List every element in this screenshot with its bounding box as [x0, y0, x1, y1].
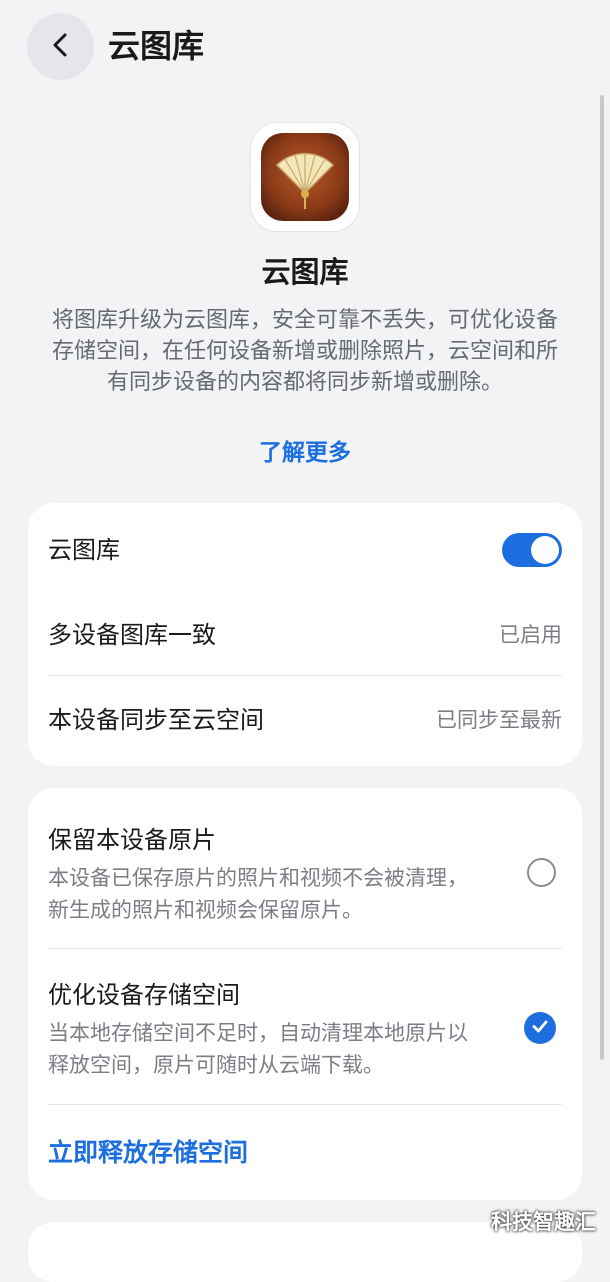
divider: [48, 948, 562, 949]
free-storage-button[interactable]: 立即释放存储空间: [48, 1135, 248, 1171]
fan-app-icon: [251, 123, 359, 231]
multi-device-label: 多设备图库一致: [48, 621, 216, 649]
device-sync-row[interactable]: 本设备同步至云空间 已同步至最新: [48, 703, 562, 737]
divider: [48, 675, 562, 676]
sync-settings-card: 云图库 多设备图库一致 已启用 本设备同步至云空间 已同步至最新: [28, 503, 582, 766]
app-name: 云图库: [261, 255, 349, 289]
keep-originals-title[interactable]: 保留本设备原片: [48, 823, 216, 857]
header-bar: 云图库: [0, 0, 610, 96]
description-text: 将图库升级为云图库，安全可靠不丢失，可优化设备存储空间，在任何设备新增或删除照片…: [51, 308, 558, 395]
divider: [48, 1104, 562, 1105]
watermark-text: 科技智趣汇: [491, 1210, 596, 1234]
cloud-gallery-label: 云图库: [48, 536, 120, 564]
cloud-gallery-row[interactable]: 云图库: [48, 533, 562, 567]
checkmark-icon: [530, 1016, 550, 1040]
storage-options-card: 保留本设备原片 本设备已保存原片的照片和视频不会被清理，新生成的照片和视频会保留…: [28, 788, 582, 1200]
keep-originals-radio[interactable]: [527, 858, 556, 887]
device-sync-status: 已同步至最新: [436, 708, 562, 732]
toggle-knob: [531, 536, 559, 564]
multi-device-status: 已启用: [499, 623, 562, 647]
keep-originals-subtitle: 本设备已保存原片的照片和视频不会被清理，新生成的照片和视频会保留原片。: [48, 866, 468, 922]
optimize-storage-radio[interactable]: [524, 1012, 556, 1044]
multi-device-row[interactable]: 多设备图库一致 已启用: [48, 618, 562, 652]
back-button[interactable]: [27, 13, 94, 80]
optimize-storage-title[interactable]: 优化设备存储空间: [48, 978, 240, 1012]
page-title: 云图库: [108, 27, 205, 65]
optimize-storage-subtitle: 当本地存储空间不足时，自动清理本地原片以释放空间，原片可随时从云端下载。: [48, 1021, 468, 1077]
scrollbar[interactable]: [600, 95, 604, 1060]
learn-more-link[interactable]: 了解更多: [0, 436, 610, 470]
cloud-gallery-toggle[interactable]: [502, 533, 562, 567]
device-sync-label: 本设备同步至云空间: [48, 706, 264, 734]
chevron-left-icon: [47, 31, 75, 63]
